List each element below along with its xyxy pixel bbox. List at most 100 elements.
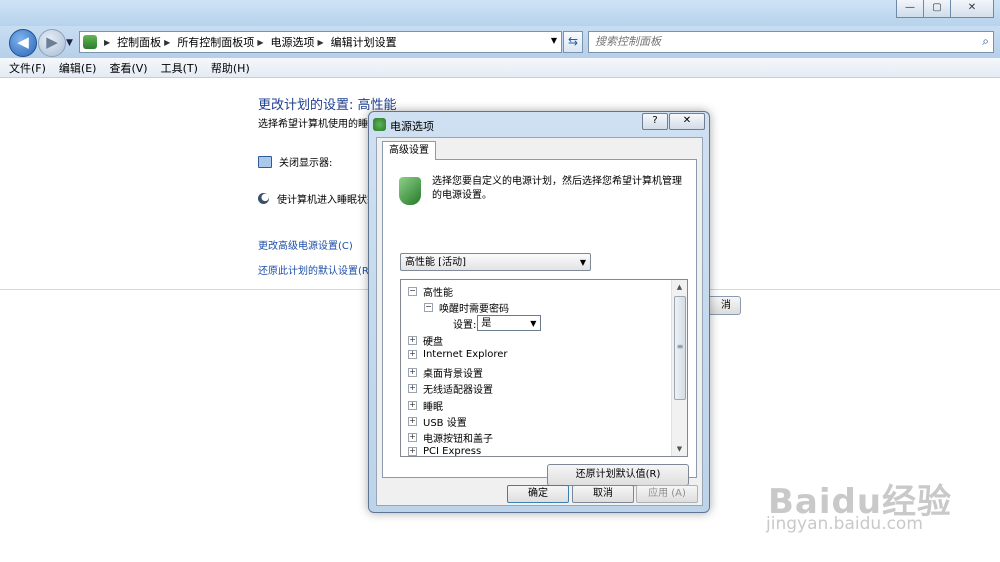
restore-defaults-link[interactable]: 还原此计划的默认设置(R)	[258, 262, 373, 277]
scrollbar-thumb[interactable]: ≡	[674, 296, 686, 400]
forward-button[interactable]: ▶	[38, 29, 66, 57]
advanced-settings-link[interactable]: 更改高级电源设置(C)	[258, 237, 353, 252]
menu-bar: 文件(F) 编辑(E) 查看(V) 工具(T) 帮助(H)	[0, 58, 1000, 78]
tree-item-label: Internet Explorer	[423, 349, 508, 360]
collapse-icon[interactable]: −	[408, 287, 417, 296]
chevron-right-icon[interactable]: ▶	[164, 38, 170, 47]
moon-icon	[258, 193, 269, 204]
chevron-down-icon: ▼	[66, 38, 73, 48]
tree-item-label: USB 设置	[423, 418, 467, 429]
chevron-right-icon[interactable]: ▶	[104, 38, 110, 47]
tree-item-pci-express[interactable]: + PCI Express	[408, 446, 482, 457]
menu-edit[interactable]: 编辑(E)	[59, 60, 97, 76]
address-row: ◀ ▶ ▼ ▶ 控制面板 ▶ 所有控制面板项 ▶ 电源选项 ▶ 编辑计划设置 ▼…	[0, 26, 1000, 58]
expand-icon[interactable]: +	[408, 447, 417, 456]
tree-item-label: 唤醒时需要密码	[439, 304, 509, 315]
restore-plan-defaults-button[interactable]: 还原计划默认值(R)	[547, 464, 689, 486]
intro-line-1: 选择您要自定义的电源计划，然后选择您希望计算机管理	[432, 176, 682, 187]
close-button[interactable]: ✕	[950, 0, 994, 18]
menu-help[interactable]: 帮助(H)	[211, 60, 250, 76]
address-dropdown-icon[interactable]: ▼	[551, 36, 557, 45]
setting-label: 设置:	[453, 319, 477, 331]
monitor-icon	[258, 155, 272, 168]
expand-icon[interactable]: +	[408, 336, 417, 345]
tree-scrollbar[interactable]: ▲ ≡ ▼	[671, 280, 687, 456]
tree-item-hard-disk[interactable]: + 硬盘	[408, 333, 443, 348]
power-options-dialog: 电源选项 ? ✕ 高级设置 选择您要自定义的电源计划，然后选择您希望计算机管理 …	[368, 111, 710, 513]
search-box[interactable]: ⌕	[588, 31, 994, 53]
dropdown-arrow-icon: ▼	[530, 319, 537, 328]
display-off-label: 关闭显示器:	[279, 158, 333, 169]
window-controls: — ▢ ✕	[896, 0, 994, 18]
dialog-close-button[interactable]: ✕	[669, 113, 705, 130]
settings-tree[interactable]: − 高性能 − 唤醒时需要密码 设置: 是 ▼ + 硬盘 + Internet …	[400, 279, 688, 457]
dropdown-arrow-icon: ▼	[579, 258, 586, 267]
breadcrumb-control-panel[interactable]: 控制面板	[117, 34, 161, 50]
setting-value: 是	[481, 318, 492, 329]
setting-value-select[interactable]: 是 ▼	[477, 315, 542, 331]
page-description: 选择希望计算机使用的睡眠	[258, 119, 378, 130]
breadcrumb-power-options[interactable]: 电源选项	[270, 34, 314, 50]
tab-advanced-settings[interactable]: 高级设置	[382, 141, 436, 160]
apply-button[interactable]: 应用 (A)	[636, 485, 698, 503]
maximize-button[interactable]: ▢	[923, 0, 951, 18]
refresh-button[interactable]: ⇆	[563, 31, 583, 53]
tree-root-high-performance[interactable]: − 高性能	[408, 284, 453, 299]
back-button[interactable]: ◀	[9, 29, 37, 57]
tree-item-power-buttons-lid[interactable]: + 电源按钮和盖子	[408, 430, 493, 445]
tree-item-label: 电源按钮和盖子	[423, 434, 493, 445]
tree-item-desktop-background[interactable]: + 桌面背景设置	[408, 365, 483, 380]
tree-setting-row: 设置: 是 ▼	[453, 315, 542, 331]
expand-icon[interactable]: +	[408, 384, 417, 393]
search-icon[interactable]: ⌕	[982, 34, 989, 49]
tree-item-internet-explorer[interactable]: + Internet Explorer	[408, 349, 508, 360]
minimize-button[interactable]: —	[896, 0, 924, 18]
collapse-icon[interactable]: −	[424, 303, 433, 312]
power-options-icon	[373, 118, 386, 131]
expand-icon[interactable]: +	[408, 417, 417, 426]
tree-item-usb-settings[interactable]: + USB 设置	[408, 414, 467, 429]
plan-select-value: 高性能 [活动]	[405, 257, 466, 268]
expand-icon[interactable]: +	[408, 350, 417, 359]
tree-root-label: 高性能	[423, 288, 453, 299]
arrow-right-icon: ▶	[46, 33, 58, 51]
tree-item-wake-password[interactable]: − 唤醒时需要密码	[424, 300, 509, 315]
expand-icon[interactable]: +	[408, 401, 417, 410]
expand-icon[interactable]: +	[408, 433, 417, 442]
display-off-setting: 关闭显示器:	[258, 154, 332, 169]
advanced-settings-panel: 选择您要自定义的电源计划，然后选择您希望计算机管理 的电源设置。 高性能 [活动…	[382, 159, 697, 486]
menu-tools[interactable]: 工具(T)	[161, 60, 198, 76]
window-titlebar: — ▢ ✕	[0, 0, 1000, 26]
dialog-intro: 选择您要自定义的电源计划，然后选择您希望计算机管理 的电源设置。	[432, 175, 687, 203]
tree-item-label: 硬盘	[423, 337, 443, 348]
dialog-title: 电源选项	[390, 120, 434, 133]
sleep-setting: 使计算机进入睡眠状态	[258, 191, 377, 206]
ok-button[interactable]: 确定	[507, 485, 569, 503]
dialog-help-button[interactable]: ?	[642, 113, 668, 130]
plan-select[interactable]: 高性能 [活动] ▼	[400, 253, 591, 271]
dialog-body: 高级设置 选择您要自定义的电源计划，然后选择您希望计算机管理 的电源设置。 高性…	[376, 137, 703, 506]
tree-item-wireless-adapter[interactable]: + 无线适配器设置	[408, 381, 493, 396]
arrow-left-icon: ◀	[17, 33, 29, 51]
address-bar[interactable]: ▶ 控制面板 ▶ 所有控制面板项 ▶ 电源选项 ▶ 编辑计划设置 ▼	[79, 31, 562, 53]
tree-item-label: 无线适配器设置	[423, 385, 493, 396]
chevron-right-icon[interactable]: ▶	[257, 38, 263, 47]
breadcrumb-edit-plan[interactable]: 编辑计划设置	[331, 34, 397, 50]
scroll-down-icon[interactable]: ▼	[672, 442, 687, 456]
cancel-button[interactable]: 取消	[572, 485, 634, 503]
breadcrumb-all-items[interactable]: 所有控制面板项	[177, 34, 254, 50]
expand-icon[interactable]: +	[408, 368, 417, 377]
history-dropdown[interactable]: ▼	[66, 38, 73, 48]
control-panel-icon	[83, 35, 97, 49]
tree-item-label: 睡眠	[423, 402, 443, 413]
menu-file[interactable]: 文件(F)	[9, 60, 46, 76]
watermark-url: jingyan.baidu.com	[766, 514, 923, 534]
chevron-right-icon[interactable]: ▶	[317, 38, 323, 47]
menu-view[interactable]: 查看(V)	[109, 60, 147, 76]
tree-item-sleep[interactable]: + 睡眠	[408, 398, 443, 413]
scroll-up-icon[interactable]: ▲	[672, 280, 687, 294]
power-plug-icon	[399, 177, 421, 205]
intro-line-2: 的电源设置。	[432, 190, 492, 201]
tree-item-label: PCI Express	[423, 446, 482, 457]
search-input[interactable]	[589, 32, 965, 50]
